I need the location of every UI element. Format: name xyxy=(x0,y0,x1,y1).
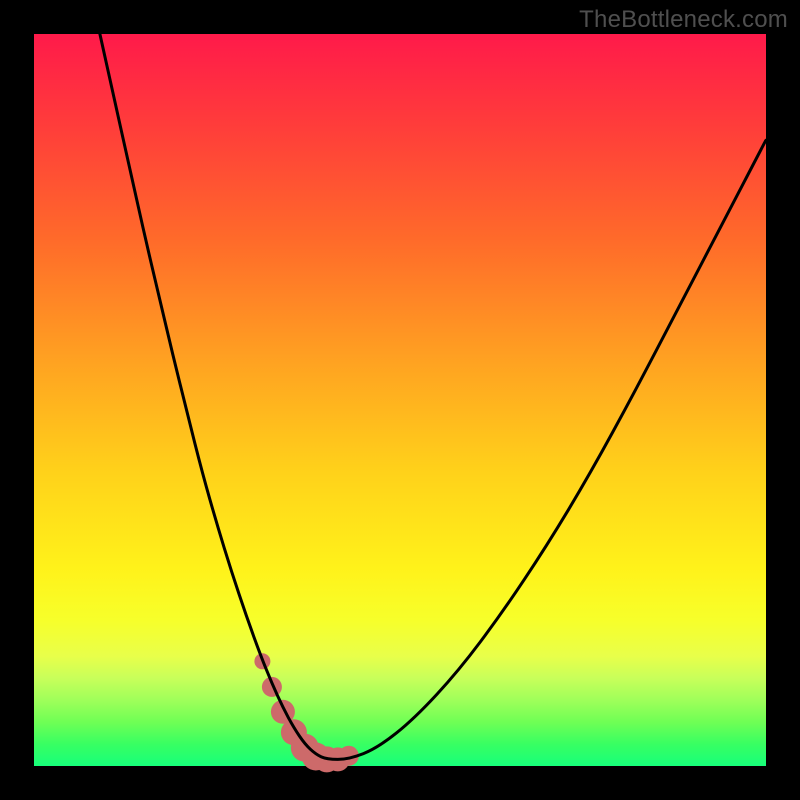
bottleneck-curve-svg xyxy=(34,34,766,766)
watermark-text: TheBottleneck.com xyxy=(579,6,788,34)
chart-frame: TheBottleneck.com xyxy=(0,0,800,800)
bottleneck-curve xyxy=(100,34,766,759)
plot-area xyxy=(34,34,766,766)
marker-group xyxy=(254,653,358,772)
